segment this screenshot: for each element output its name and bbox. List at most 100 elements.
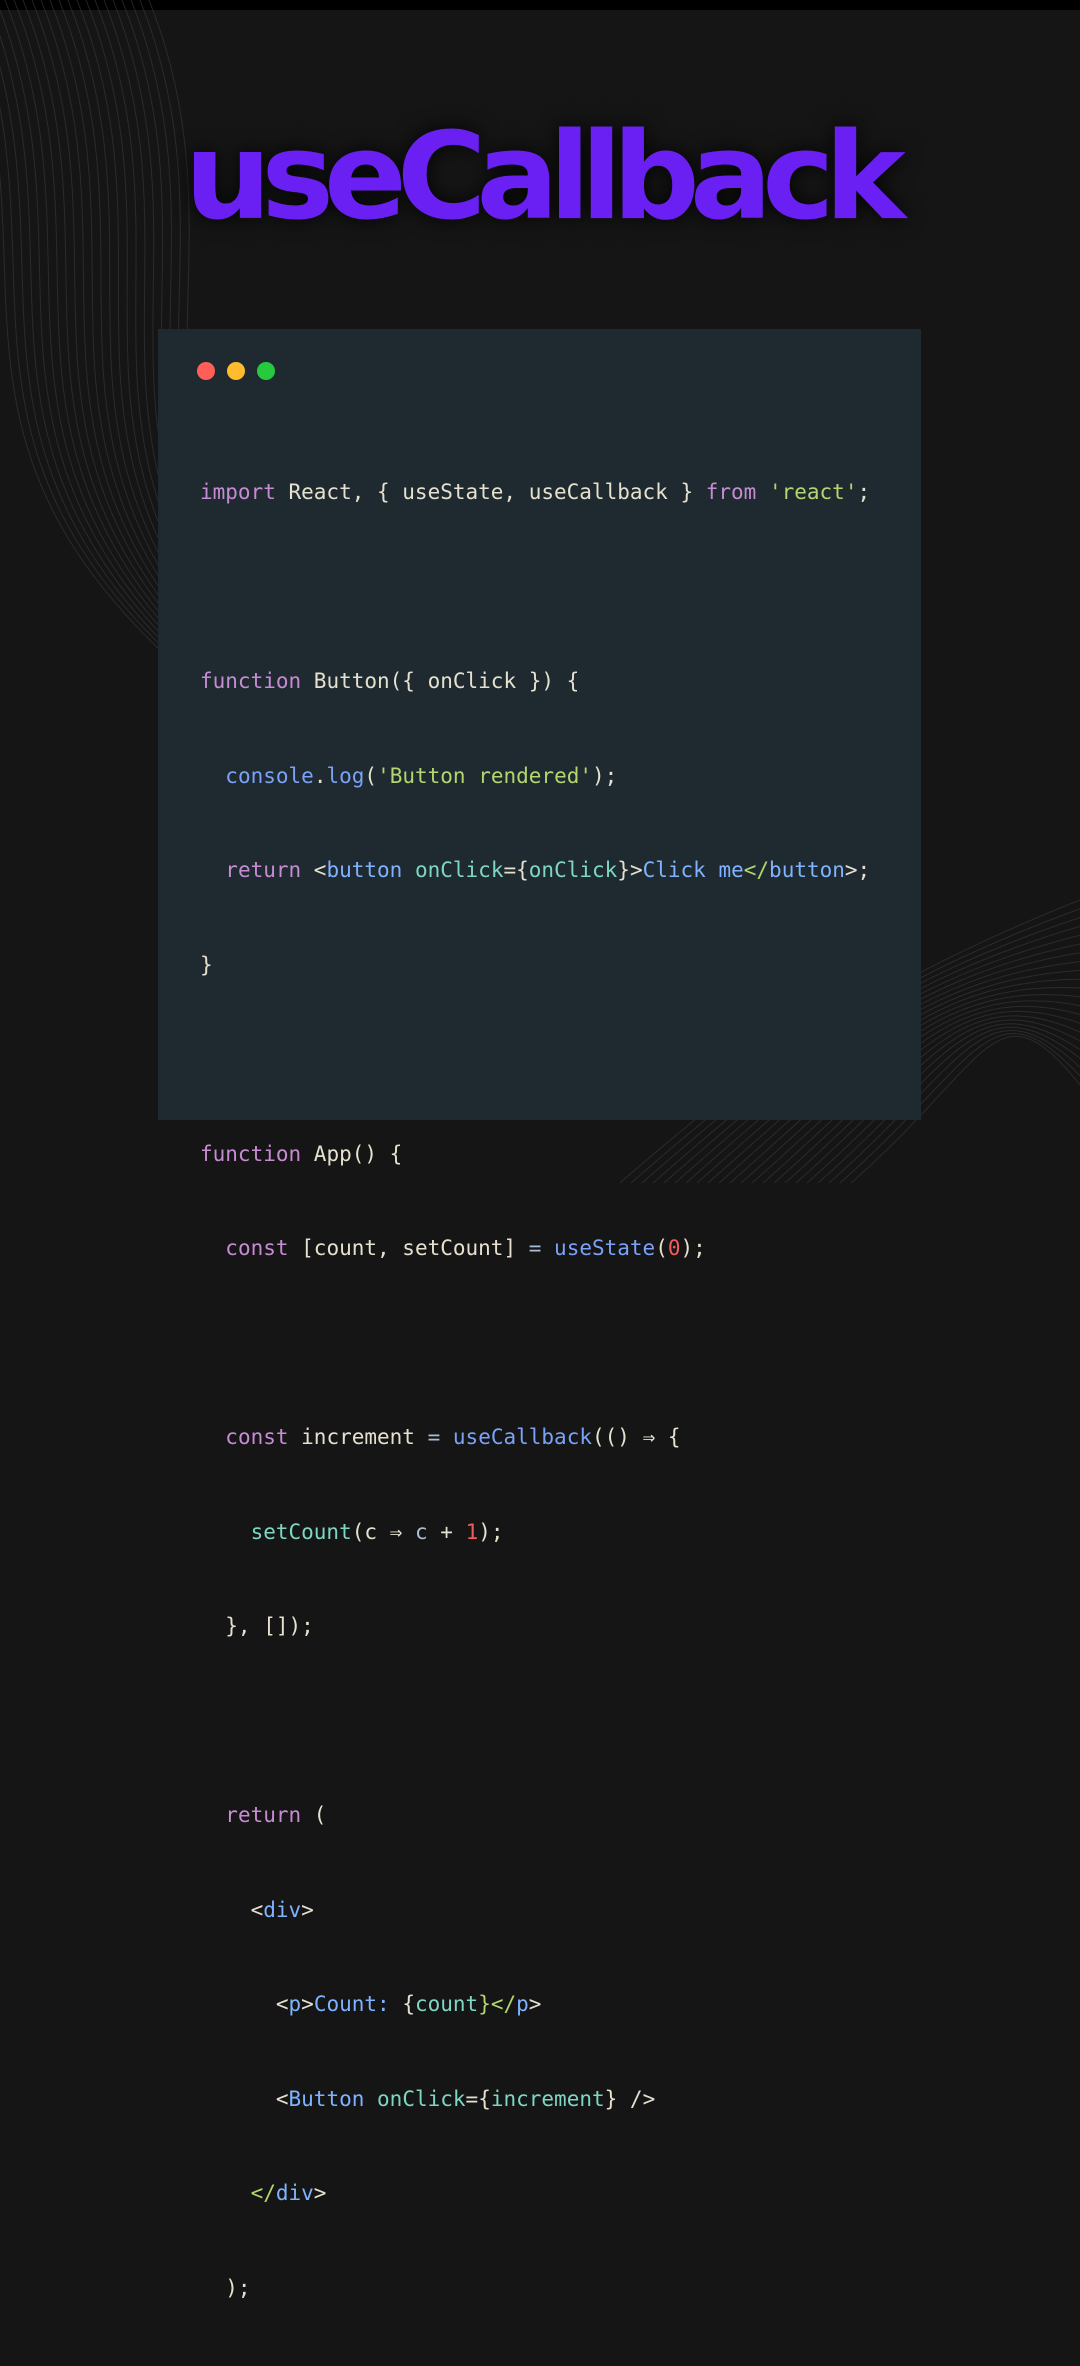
code-token: Click me xyxy=(642,858,744,882)
code-token: { xyxy=(655,1425,681,1449)
code-token: [count, setCount] xyxy=(288,1236,529,1260)
code-token: ={ xyxy=(465,2086,491,2111)
code-token: . xyxy=(313,763,327,788)
code-line: </div> xyxy=(200,2178,870,2210)
code-token: ⇒ xyxy=(642,1425,656,1449)
code-token: onClick xyxy=(377,2086,466,2111)
code-token: 0 xyxy=(667,1236,681,1260)
code-line: } xyxy=(200,950,870,982)
code-line: setCount(c ⇒ c + 1); xyxy=(200,1517,870,1549)
code-token: c xyxy=(414,1519,428,1544)
code-line: <Button onClick={increment} /> xyxy=(200,2084,870,2116)
code-line: <div> xyxy=(200,1895,870,1927)
code-window: import React, { useState, useCallback } … xyxy=(158,329,921,2300)
red-dot-icon xyxy=(197,362,215,380)
code-token: (() xyxy=(591,1425,643,1449)
code-token: return xyxy=(225,858,302,882)
code-token: > xyxy=(301,1992,314,2016)
code-token: (c xyxy=(351,1519,390,1544)
code-token: p xyxy=(516,1992,529,2016)
code-token: count xyxy=(414,1992,479,2016)
code-token: }</ xyxy=(478,1992,517,2016)
code-token: ); xyxy=(478,1519,504,1544)
window-controls xyxy=(197,362,275,380)
code-token: setCount xyxy=(250,1519,352,1544)
code-token: ( xyxy=(364,763,378,788)
code-token: function xyxy=(200,1141,302,1166)
code-line: <p>Count: {count}</p> xyxy=(200,1989,870,2021)
code-token: useState xyxy=(554,1236,656,1260)
code-token: ); xyxy=(200,2275,251,2300)
code-token: div xyxy=(263,1897,302,1922)
code-token: const xyxy=(225,1236,289,1260)
code-line: const increment = useCallback(() ⇒ { xyxy=(200,1422,870,1454)
code-token: }, []); xyxy=(200,1614,314,1638)
code-token: + xyxy=(427,1519,466,1544)
code-token: App() { xyxy=(301,1141,403,1166)
code-token: < xyxy=(200,1992,289,2016)
code-token: } xyxy=(200,952,213,977)
yellow-dot-icon xyxy=(227,362,245,380)
code-token: button xyxy=(769,858,845,882)
code-token: React, { useState, useCallback } xyxy=(275,480,706,504)
code-token: useCallback xyxy=(452,1425,592,1449)
code-token: from xyxy=(705,480,757,504)
code-token: button xyxy=(326,858,403,882)
code-line: import React, { useState, useCallback } … xyxy=(200,477,870,509)
page-title: useCallback xyxy=(184,108,906,247)
code-token: div xyxy=(275,2181,314,2205)
code-line: const [count, setCount] = useState(0); xyxy=(200,1233,870,1265)
code-token: } /> xyxy=(604,2086,656,2111)
code-token: >; xyxy=(844,858,871,882)
code-token: ( xyxy=(301,1803,327,1827)
code-token: { xyxy=(389,1992,415,2016)
code-token: import xyxy=(200,480,276,504)
code-line: return ( xyxy=(200,1800,870,1832)
code-line: console.log('Button rendered'); xyxy=(200,761,870,793)
code-token: Count: xyxy=(313,1992,390,2016)
code-token: const xyxy=(225,1425,289,1449)
code-token: return xyxy=(225,1803,302,1827)
code-token: = xyxy=(427,1425,441,1449)
code-token: ); xyxy=(592,763,618,788)
code-token: 'Button rendered' xyxy=(377,763,592,788)
code-token: > xyxy=(301,1897,314,1922)
code-token: < xyxy=(200,1897,264,1922)
code-token: </ xyxy=(200,2181,276,2205)
code-token: console xyxy=(225,763,314,788)
code-line: function App() { xyxy=(200,1139,870,1171)
code-token: < xyxy=(301,858,327,882)
code-token: ={ xyxy=(503,858,529,882)
code-token: < xyxy=(200,2086,289,2111)
code-token: ; xyxy=(857,480,871,504)
code-token: onClick xyxy=(414,858,504,882)
code-token: > xyxy=(313,2181,327,2205)
code-token: ( xyxy=(655,1236,668,1260)
code-token: > xyxy=(528,1992,542,2016)
green-dot-icon xyxy=(257,362,275,380)
code-line: return <button onClick={onClick}>Click m… xyxy=(200,855,870,887)
code-token: = xyxy=(528,1236,542,1260)
code-token: 1 xyxy=(465,1519,479,1544)
code-token: function xyxy=(200,669,302,693)
code-line: function Button({ onClick }) { xyxy=(200,666,870,698)
code-block: import React, { useState, useCallback } … xyxy=(200,414,870,2366)
code-token: }> xyxy=(617,858,643,882)
code-line: ); xyxy=(200,2273,870,2305)
code-token: p xyxy=(288,1992,302,2016)
code-token: 'react' xyxy=(768,480,858,504)
